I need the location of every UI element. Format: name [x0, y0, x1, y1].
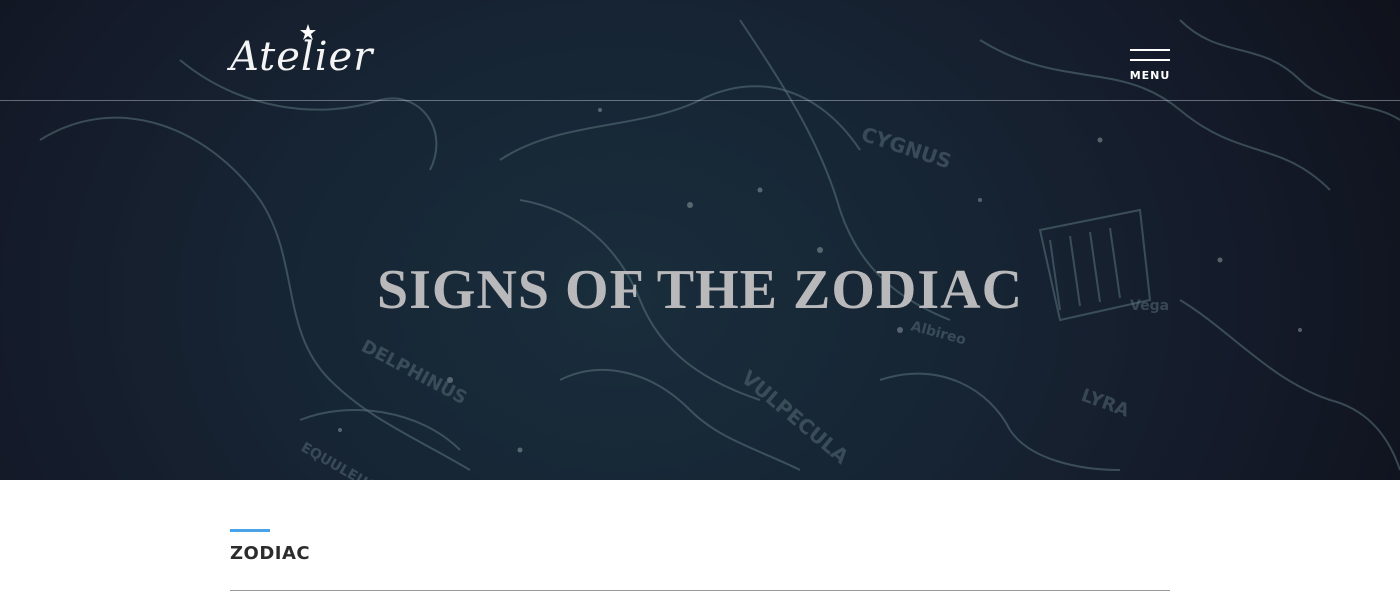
star-icon — [300, 24, 316, 40]
section-heading: ZODIAC — [230, 543, 311, 564]
logo-text: Atelier — [230, 34, 374, 80]
site-header: Atelier MENU — [0, 0, 1400, 101]
hamburger-icon — [1130, 49, 1170, 51]
menu-button[interactable]: MENU — [1128, 46, 1172, 86]
menu-label: MENU — [1129, 69, 1171, 82]
page-title: SIGNS OF THE ZODIAC — [376, 259, 1024, 321]
section-accent-bar — [230, 529, 270, 532]
hamburger-icon-line — [1130, 59, 1170, 61]
section-divider — [230, 590, 1170, 591]
logo-link[interactable]: Atelier — [230, 24, 372, 80]
hero-banner: CYGNUS DELPHINUS VULPECULA LYRA EQUULEUS… — [0, 0, 1400, 480]
